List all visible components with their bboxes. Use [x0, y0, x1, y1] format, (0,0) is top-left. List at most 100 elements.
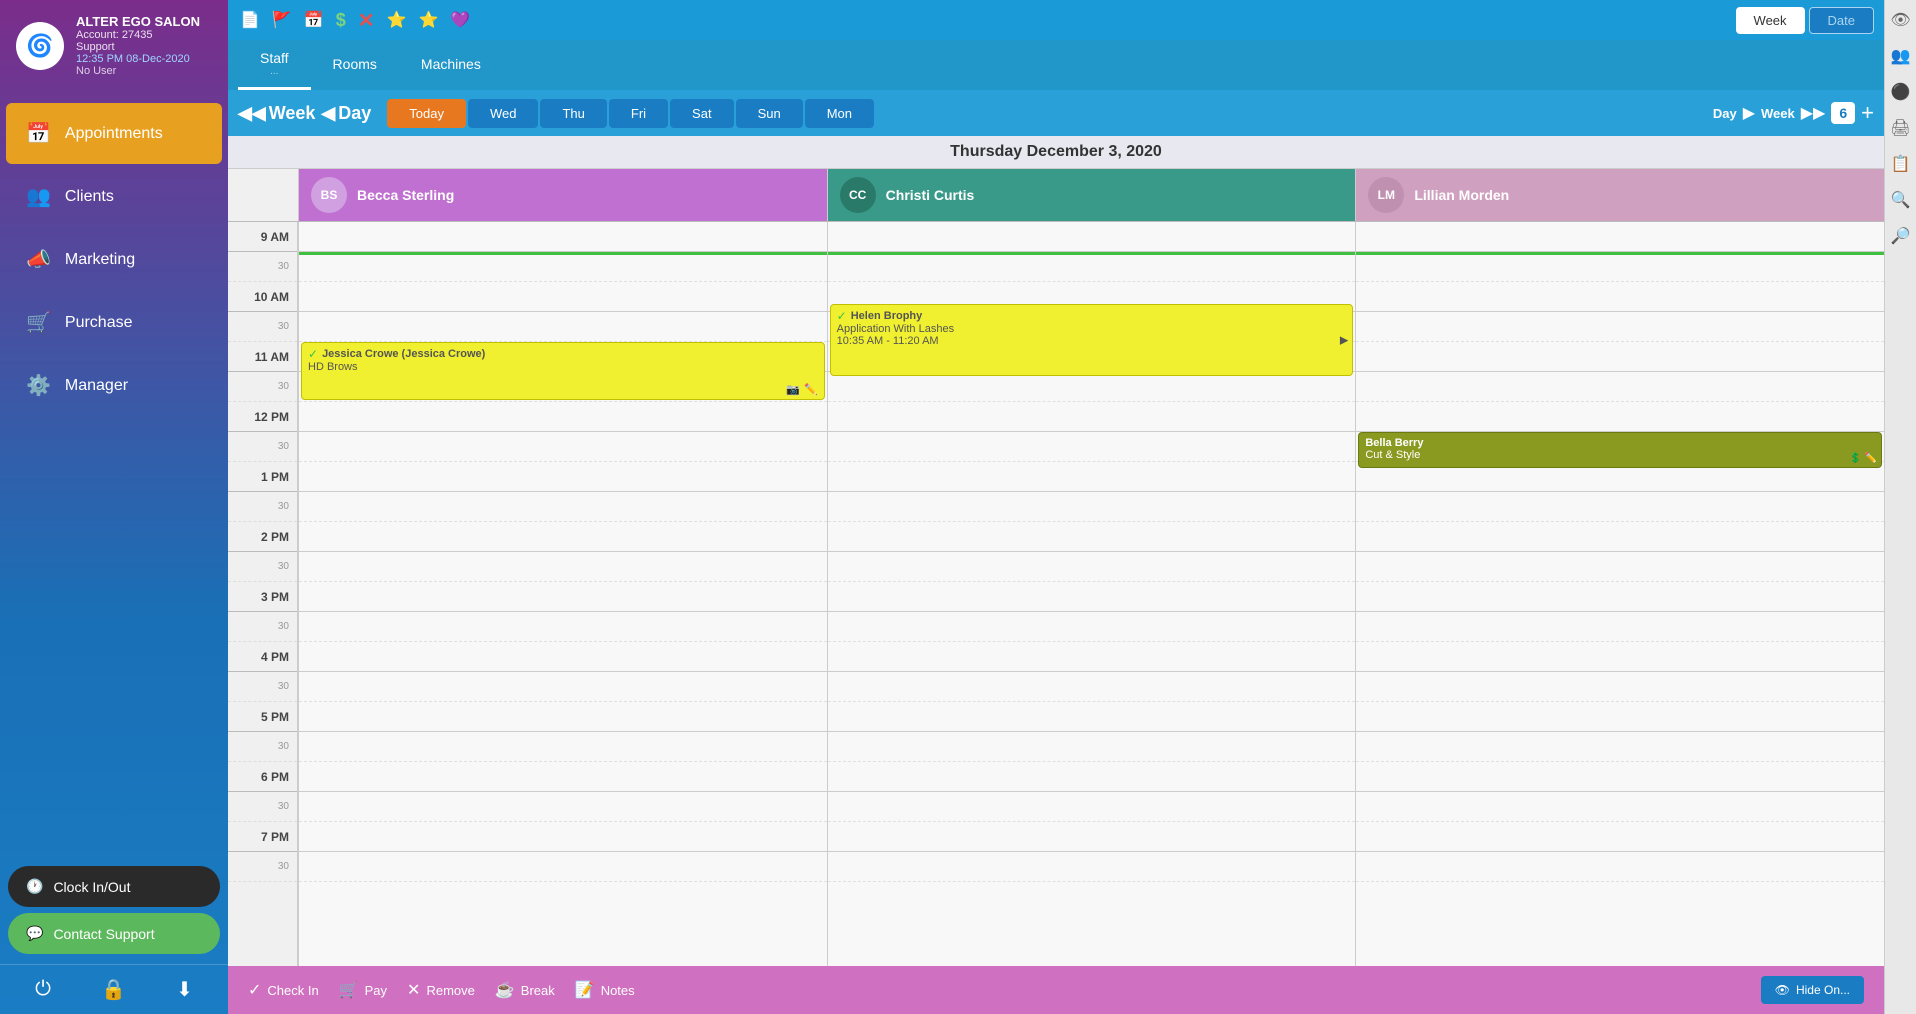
break-button[interactable]: ☕ Break: [495, 980, 555, 1000]
appointment-helen-brophy[interactable]: ✓ Helen Brophy Application With Lashes 1…: [830, 304, 1354, 376]
slot: [299, 702, 827, 732]
bottom-toolbar: ✓ Check In 🛒 Pay ✕ Remove ☕ Break 📝 Note…: [228, 966, 1884, 1014]
lock-icon[interactable]: 🔒: [101, 977, 126, 1002]
sidebar-item-manager[interactable]: ⚙️ Manager: [6, 355, 222, 416]
circle-icon[interactable]: ⚫: [1891, 82, 1911, 102]
slot: [299, 462, 827, 492]
calendar-grid: BS Becca Sterling CC Christi Curtis LM L…: [228, 169, 1884, 966]
slot: [828, 612, 1356, 642]
check-in-button[interactable]: ✓ Check In: [248, 980, 319, 1000]
day-tab-sat[interactable]: Sat: [670, 99, 734, 128]
prev-week-button[interactable]: ◀◀ Week: [238, 103, 315, 124]
schedule-col-becca[interactable]: ✓ Jessica Crowe (Jessica Crowe) HD Brows…: [298, 222, 827, 966]
slot: [1356, 672, 1884, 702]
star-icon[interactable]: ⭐: [387, 10, 407, 30]
edit-icon: ✏️: [1865, 453, 1877, 464]
sidebar-item-clients[interactable]: 👥 Clients: [6, 166, 222, 227]
schedule-col-lillian[interactable]: Bella Berry Cut & Style 💲 ✏️: [1355, 222, 1884, 966]
staff-header-row: BS Becca Sterling CC Christi Curtis LM L…: [228, 169, 1884, 222]
close-icon[interactable]: ✕: [358, 8, 375, 33]
zoom-in-icon[interactable]: 🔎: [1891, 226, 1911, 246]
salon-support: Support: [76, 41, 200, 53]
slot: [1356, 402, 1884, 432]
support-icon: 💬: [26, 925, 43, 942]
day-tab-mon[interactable]: Mon: [805, 99, 874, 128]
slot: [828, 372, 1356, 402]
staff-name-lillian: Lillian Morden: [1414, 187, 1509, 203]
day-tab-today[interactable]: Today: [387, 99, 466, 128]
date-view-button[interactable]: Date: [1809, 7, 1874, 34]
contact-support-button[interactable]: 💬 Contact Support: [8, 913, 220, 954]
sidebar-item-appointments[interactable]: 📅 Appointments: [6, 103, 222, 164]
appointment-jessica-crowe[interactable]: ✓ Jessica Crowe (Jessica Crowe) HD Brows…: [301, 342, 825, 400]
appointment-bella-berry[interactable]: Bella Berry Cut & Style 💲 ✏️: [1358, 432, 1882, 468]
tab-staff[interactable]: Staff ...: [238, 40, 311, 90]
slot: [299, 312, 827, 342]
time-9am: 9 AM: [228, 222, 297, 252]
break-label: Break: [521, 983, 555, 998]
download-icon[interactable]: ⬇: [176, 977, 193, 1002]
time-6pm: 6 PM: [228, 762, 297, 792]
time-1130: 30: [228, 372, 297, 402]
sidebar-item-marketing[interactable]: 📣 Marketing: [6, 229, 222, 290]
next-week-button[interactable]: Week: [1761, 106, 1795, 121]
slot: [1356, 522, 1884, 552]
star2-icon[interactable]: ⭐: [418, 10, 438, 30]
tab-rooms-label: Rooms: [333, 56, 377, 72]
resource-tabs: Staff ... Rooms Machines: [228, 40, 1884, 90]
prev-day-button[interactable]: ◀ Day: [321, 103, 371, 124]
tab-rooms[interactable]: Rooms: [311, 46, 399, 85]
remove-button[interactable]: ✕ Remove: [407, 980, 475, 1000]
salon-datetime: 12:35 PM 08-Dec-2020: [76, 53, 200, 65]
add-button[interactable]: +: [1861, 100, 1874, 126]
print-icon[interactable]: 🖨: [1890, 118, 1910, 138]
hide-online-button[interactable]: 👁 Hide On...: [1761, 976, 1864, 1004]
slot: [299, 252, 827, 282]
appt-service: HD Brows: [308, 361, 818, 373]
calendar-icon[interactable]: 📅: [304, 10, 324, 30]
time-430: 30: [228, 672, 297, 702]
availability-line-lillian: [1356, 252, 1884, 255]
salon-info: ALTER EGO SALON Account: 27435 Support 1…: [76, 14, 200, 77]
clipboard-icon[interactable]: 📋: [1891, 154, 1911, 174]
slot: [1356, 252, 1884, 282]
users-icon[interactable]: 👥: [1891, 46, 1911, 66]
slot: [299, 762, 827, 792]
check-in-icon: ✓: [248, 980, 261, 1000]
sidebar-bottom: 🕐 Clock In/Out 💬 Contact Support: [0, 856, 228, 964]
clock-inout-button[interactable]: 🕐 Clock In/Out: [8, 866, 220, 907]
heart-icon[interactable]: 💜: [450, 10, 470, 30]
appt-client-name: Helen Brophy: [851, 310, 923, 322]
day-tab-thu[interactable]: Thu: [540, 99, 606, 128]
play-icon: ▶: [1340, 335, 1348, 347]
slot: [299, 672, 827, 702]
schedule-col-christi[interactable]: ✓ Helen Brophy Application With Lashes 1…: [827, 222, 1356, 966]
zoom-out-icon[interactable]: 🔍: [1891, 190, 1911, 210]
avatar-lillian: LM: [1368, 177, 1404, 213]
dollar-icon[interactable]: $: [336, 10, 346, 31]
slot: [1356, 342, 1884, 372]
day-tab-wed[interactable]: Wed: [468, 99, 539, 128]
avatar-becca: BS: [311, 177, 347, 213]
power-icon[interactable]: ⏻: [35, 978, 51, 1001]
main-content: 📄 🚩 📅 $ ✕ ⭐ ⭐ 💜 Week Date Staff ... Room…: [228, 0, 1884, 1014]
pay-button[interactable]: 🛒 Pay: [339, 980, 387, 1000]
calendar-nav: ◀◀ Week ◀ Day Today Wed Thu Fri Sat Sun …: [228, 90, 1884, 136]
notes-button[interactable]: 📝 Notes: [575, 980, 635, 1000]
notes-label: Notes: [601, 983, 635, 998]
appt-client-name: Bella Berry: [1365, 437, 1423, 449]
clients-icon: 👥: [26, 184, 51, 209]
break-icon: ☕: [495, 980, 515, 1000]
slot: [1356, 282, 1884, 312]
visibility-icon[interactable]: 👁: [1890, 10, 1910, 30]
tab-machines[interactable]: Machines: [399, 46, 503, 85]
flag-icon[interactable]: 🚩: [272, 10, 292, 30]
day-tab-sun[interactable]: Sun: [736, 99, 803, 128]
tab-staff-label: Staff: [260, 50, 289, 66]
document-icon[interactable]: 📄: [240, 10, 260, 30]
day-tab-fri[interactable]: Fri: [609, 99, 668, 128]
next-day-button[interactable]: Day: [1713, 106, 1737, 121]
week-view-button[interactable]: Week: [1736, 7, 1805, 34]
sidebar-item-purchase[interactable]: 🛒 Purchase: [6, 292, 222, 353]
time-530: 30: [228, 732, 297, 762]
